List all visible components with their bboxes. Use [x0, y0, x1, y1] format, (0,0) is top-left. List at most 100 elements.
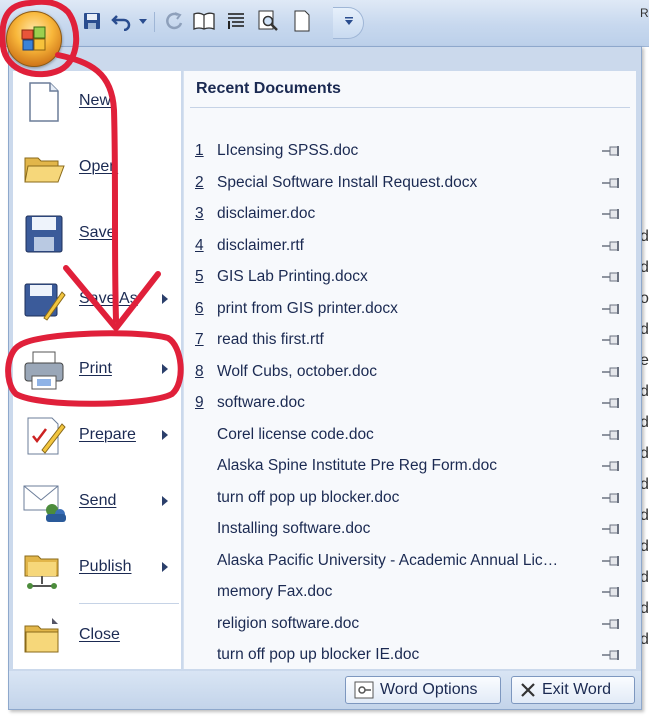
- exit-word-button[interactable]: Exit Word: [511, 676, 635, 704]
- item-number: 7: [195, 331, 204, 348]
- recent-document-item[interactable]: 1 LIcensing SPSS.doc: [184, 135, 636, 165]
- document-name: read this first.rtf: [217, 331, 324, 348]
- document-name: disclaimer.rtf: [217, 236, 304, 254]
- document-name: Corel license code.doc: [217, 425, 374, 443]
- menu-item-label: Save As: [79, 290, 138, 307]
- document-name: GIS Lab Printing.docx: [217, 268, 368, 285]
- customize-icon[interactable]: [340, 9, 358, 33]
- book-icon[interactable]: [192, 9, 216, 33]
- exit-icon: [521, 683, 535, 697]
- recent-document-item[interactable]: Alaska Pacific University - Academic Ann…: [184, 545, 636, 575]
- document-name: print from GIS printer.docx: [217, 299, 398, 317]
- document-name: religion software.doc: [217, 614, 360, 632]
- pin-icon[interactable]: [602, 270, 622, 282]
- menu-item-prepare[interactable]: Prepare: [12, 406, 180, 466]
- menu-item-label: Close: [79, 626, 120, 643]
- pin-icon[interactable]: [602, 333, 622, 345]
- pin-icon[interactable]: [602, 585, 622, 597]
- office-logo-icon: [21, 26, 46, 51]
- office-button[interactable]: [6, 11, 62, 67]
- print-preview-icon[interactable]: [256, 9, 280, 33]
- recent-document-item[interactable]: 2 Special Software Install Request.docx: [184, 167, 636, 197]
- undo-icon[interactable]: [110, 9, 134, 33]
- recent-document-item[interactable]: turn off pop up blocker IE.doc: [184, 639, 636, 669]
- submenu-arrow-icon: [162, 562, 168, 572]
- menu-item-open[interactable]: Open: [12, 138, 180, 198]
- item-number: 3: [195, 205, 204, 222]
- heading-rule: [190, 107, 630, 108]
- document-name: Installing software.doc: [217, 520, 371, 537]
- menu-item-label: Print: [79, 360, 112, 377]
- word-options-icon: [354, 681, 374, 699]
- recent-document-item[interactable]: Alaska Spine Institute Pre Reg Form.doc: [184, 450, 636, 480]
- item-number: 9: [195, 394, 204, 411]
- menu-item-label: Prepare: [79, 426, 136, 443]
- item-number: 2: [195, 173, 204, 191]
- menu-item-new[interactable]: New: [12, 72, 180, 132]
- menu-item-publish[interactable]: Publish: [12, 538, 180, 598]
- item-number: 6: [195, 299, 204, 317]
- word-options-button[interactable]: Word Options: [345, 676, 501, 704]
- recent-document-item[interactable]: memory Fax.doc: [184, 576, 636, 606]
- menu-item-label: Open: [79, 158, 119, 175]
- pin-icon[interactable]: [602, 491, 622, 503]
- item-number: 1: [195, 142, 204, 159]
- item-number: 4: [195, 236, 204, 254]
- document-name: LIcensing SPSS.doc: [217, 142, 359, 159]
- recent-document-item[interactable]: 4 disclaimer.rtf: [184, 230, 636, 260]
- recent-document-item[interactable]: religion software.doc: [184, 608, 636, 638]
- pin-icon[interactable]: [602, 176, 622, 188]
- printer-icon: [22, 348, 66, 392]
- document-name: disclaimer.doc: [217, 205, 316, 222]
- pin-icon[interactable]: [602, 239, 622, 251]
- menu-item-save[interactable]: Save: [12, 204, 180, 264]
- item-number: 5: [195, 268, 204, 285]
- submenu-arrow-icon: [162, 364, 168, 374]
- pin-icon[interactable]: [602, 365, 622, 377]
- document-name: Special Software Install Request.docx: [217, 173, 478, 191]
- word-options-label: Word Options: [380, 681, 478, 698]
- recent-document-item[interactable]: 3 disclaimer.doc: [184, 198, 636, 228]
- redo-icon[interactable]: [162, 9, 186, 33]
- pin-icon[interactable]: [602, 554, 622, 566]
- menu-item-label: Publish: [79, 558, 132, 575]
- exit-word-label: Exit Word: [542, 681, 612, 698]
- pin-icon[interactable]: [602, 617, 622, 629]
- recent-document-item[interactable]: 9 software.doc: [184, 387, 636, 417]
- menu-item-send[interactable]: Send: [12, 472, 180, 532]
- floppy-disk-icon: [22, 212, 66, 256]
- recent-document-item[interactable]: Installing software.doc: [184, 513, 636, 543]
- recent-document-item[interactable]: 8 Wolf Cubs, october.doc: [184, 356, 636, 386]
- menu-item-label: Send: [79, 492, 117, 509]
- pin-icon[interactable]: [602, 144, 622, 156]
- save-icon[interactable]: [80, 9, 104, 33]
- ribbon-fragment: R: [640, 6, 649, 20]
- save-as-icon: [22, 278, 66, 322]
- pin-icon[interactable]: [602, 428, 622, 440]
- document-name: memory Fax.doc: [217, 583, 333, 600]
- recent-document-item[interactable]: 5 GIS Lab Printing.docx: [184, 261, 636, 291]
- pin-icon[interactable]: [602, 302, 622, 314]
- pin-icon[interactable]: [602, 522, 622, 534]
- recent-document-item[interactable]: turn off pop up blocker.doc: [184, 482, 636, 512]
- pin-icon[interactable]: [602, 207, 622, 219]
- menu-item-save-as[interactable]: Save As: [12, 270, 180, 330]
- menu-item-print[interactable]: Print: [12, 340, 180, 400]
- pin-icon[interactable]: [602, 648, 622, 660]
- document-name: turn off pop up blocker IE.doc: [217, 646, 420, 663]
- recent-document-item[interactable]: 6 print from GIS printer.docx: [184, 293, 636, 323]
- pin-icon[interactable]: [602, 459, 622, 471]
- submenu-arrow-icon: [162, 496, 168, 506]
- recent-document-item[interactable]: Corel license code.doc: [184, 419, 636, 449]
- undo-dropdown-icon[interactable]: [136, 9, 150, 33]
- open-folder-icon: [22, 146, 66, 190]
- menu-item-close[interactable]: Close: [12, 606, 180, 666]
- toolbar-separator: [154, 12, 155, 32]
- pin-icon[interactable]: [602, 396, 622, 408]
- publish-icon: [22, 546, 66, 590]
- menu-divider: [79, 603, 179, 604]
- recent-document-item[interactable]: 7 read this first.rtf: [184, 324, 636, 354]
- submenu-arrow-icon: [162, 294, 168, 304]
- new-doc-icon[interactable]: [290, 9, 314, 33]
- paragraph-icon[interactable]: [224, 9, 248, 33]
